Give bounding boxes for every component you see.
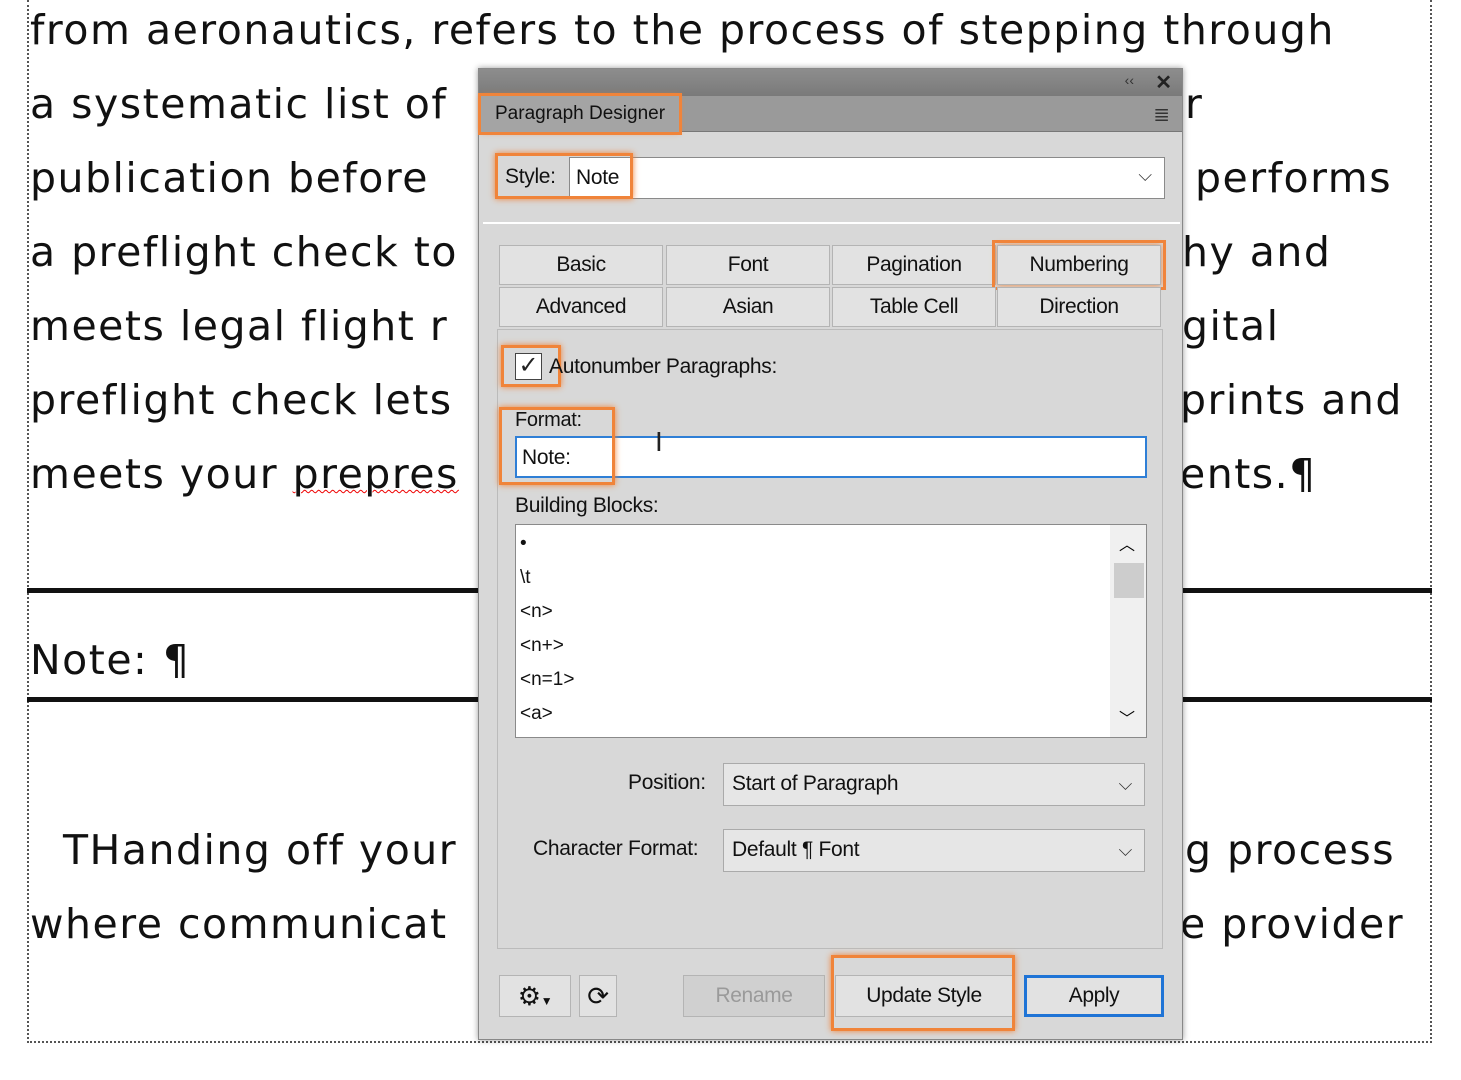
refresh-button[interactable]: ⟳ <box>579 975 617 1017</box>
autonumber-checkbox[interactable]: ✓ <box>515 353 542 380</box>
tab-basic[interactable]: Basic <box>499 245 663 285</box>
text-cursor-icon: I <box>655 426 663 457</box>
panel-tab-paragraph-designer[interactable]: Paragraph Designer <box>477 93 683 135</box>
building-block-item[interactable]: <a> <box>516 697 1106 731</box>
chevron-down-icon: ⌵ <box>1118 840 1133 860</box>
character-format-value: Default ¶ Font <box>732 838 860 861</box>
doc-para2-line: g process <box>1185 826 1396 874</box>
doc-line: a preflight check to <box>30 228 458 276</box>
scroll-up-icon[interactable]: ︿ <box>1119 531 1135 555</box>
format-highlight <box>499 407 615 485</box>
building-block-item[interactable]: \t <box>516 561 1106 595</box>
tab-numbering[interactable]: Numbering <box>992 240 1166 290</box>
doc-para2-line: where communicat <box>30 900 448 948</box>
building-blocks-list[interactable]: • \t <n> <n+> <n=1> <a> ︿ ﹀ <box>515 524 1147 738</box>
doc-line: meets legal flight r <box>30 302 449 350</box>
tab-direction[interactable]: Direction <box>997 287 1161 327</box>
building-blocks-label: Building Blocks: <box>515 494 659 517</box>
tab-table-cell[interactable]: Table Cell <box>832 287 996 327</box>
tab-pagination[interactable]: Pagination <box>832 245 996 285</box>
chevron-down-icon: ⌵ <box>1118 774 1133 794</box>
doc-line: meets your prepres <box>30 450 459 498</box>
gear-menu-button[interactable]: ⚙▼ <box>499 975 571 1017</box>
doc-para2-line: e provider <box>1180 900 1405 948</box>
position-label: Position: <box>628 771 706 794</box>
doc-para2-line: THanding off your <box>63 826 458 874</box>
position-value: Start of Paragraph <box>732 772 899 795</box>
tab-advanced[interactable]: Advanced <box>499 287 663 327</box>
gear-icon: ⚙ <box>517 981 541 1011</box>
autonumber-label: Autonumber Paragraphs: <box>549 355 778 378</box>
doc-line: a systematic list of <box>30 80 448 128</box>
scrollbar-thumb[interactable] <box>1114 563 1144 598</box>
refresh-icon: ⟳ <box>587 981 609 1011</box>
panel-titlebar[interactable]: ‹‹ ✕ <box>479 69 1182 96</box>
building-block-item[interactable]: <n=1> <box>516 663 1106 697</box>
panel-tabbar: Paragraph Designer ≣ <box>477 93 1182 135</box>
divider <box>483 222 1180 224</box>
doc-line: publication before <box>30 154 430 202</box>
style-select[interactable]: Note ⌵ <box>569 157 1165 199</box>
position-select[interactable]: Start of Paragraph ⌵ <box>723 763 1145 806</box>
doc-line-right: hy and <box>1182 228 1332 276</box>
building-block-item[interactable]: <n> <box>516 595 1106 629</box>
style-highlight-box <box>495 153 633 199</box>
chevron-down-icon: ⌵ <box>1138 165 1152 185</box>
scrollbar[interactable]: ︿ ﹀ <box>1110 525 1146 737</box>
apply-button[interactable]: Apply <box>1024 975 1164 1017</box>
scroll-down-icon[interactable]: ﹀ <box>1119 705 1135 729</box>
close-icon[interactable]: ✕ <box>1155 70 1172 95</box>
doc-line: from aeronautics, refers to the process … <box>30 6 1335 54</box>
building-block-item[interactable]: • <box>516 527 1106 561</box>
menu-icon[interactable]: ≣ <box>1153 102 1170 127</box>
building-block-item[interactable]: <n+> <box>516 629 1106 663</box>
doc-line: preflight check lets <box>30 376 453 424</box>
rename-button[interactable]: Rename <box>683 975 825 1017</box>
character-format-label: Character Format: <box>533 837 699 860</box>
doc-line-right: prints and <box>1180 376 1403 424</box>
doc-line-right: ents.¶ <box>1180 450 1317 498</box>
update-style-highlight <box>831 955 1015 1031</box>
tab-font[interactable]: Font <box>666 245 830 285</box>
doc-line-right: performs <box>1195 154 1393 202</box>
tab-asian[interactable]: Asian <box>666 287 830 327</box>
character-format-select[interactable]: Default ¶ Font ⌵ <box>723 829 1145 872</box>
doc-line-right: gital <box>1182 302 1280 350</box>
note-paragraph[interactable]: Note: ¶ <box>30 636 191 684</box>
dropdown-arrow-icon: ▼ <box>540 994 553 1008</box>
paragraph-designer-panel: ‹‹ ✕ Paragraph Designer ≣ Note ⌵ Style: … <box>477 68 1183 1040</box>
doc-line-right: r <box>1185 80 1204 128</box>
collapse-icon[interactable]: ‹‹ <box>1125 72 1134 88</box>
